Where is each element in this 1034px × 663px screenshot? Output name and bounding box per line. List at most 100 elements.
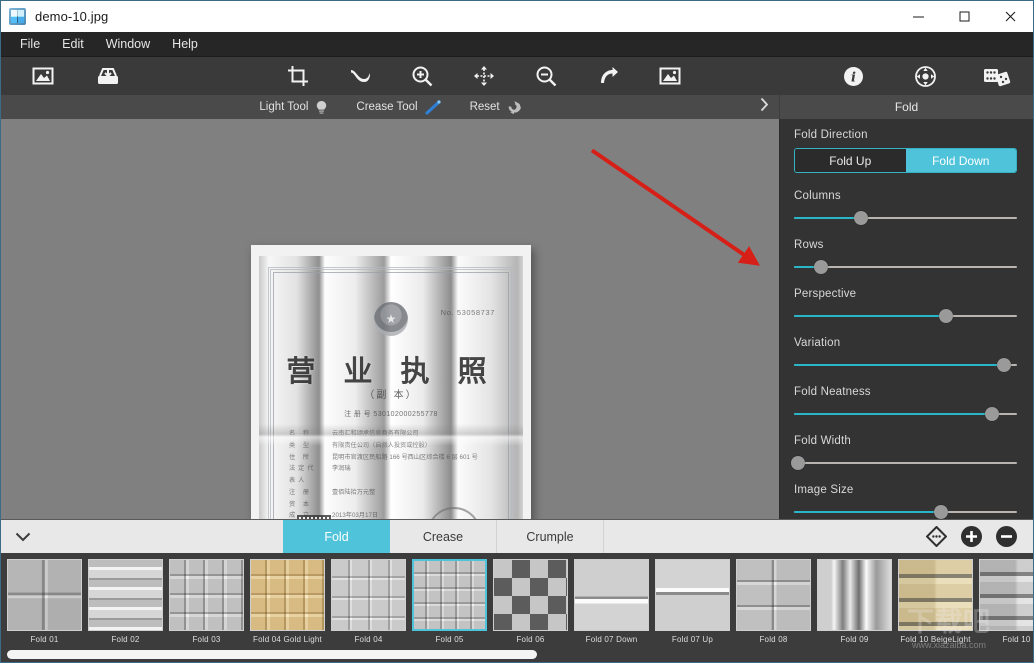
collapse-chevron-icon[interactable] <box>1 520 45 553</box>
thumbnail-fold-07-down[interactable]: Fold 07 Down <box>574 559 649 662</box>
fold-up-button[interactable]: Fold Up <box>795 149 906 172</box>
open-image-icon[interactable] <box>23 59 63 93</box>
field-key: 注 册 资 本 <box>289 488 313 508</box>
info-icon[interactable]: i <box>833 59 873 93</box>
thumbnail-image[interactable] <box>898 559 973 631</box>
slider-image-size-track[interactable] <box>794 504 1017 520</box>
thumbnail-image[interactable] <box>736 559 811 631</box>
slider-rows-knob[interactable] <box>813 260 828 274</box>
app-icon <box>9 8 26 25</box>
thumbnail-fold-02[interactable]: Fold 02 <box>88 559 163 662</box>
crease-tool-button[interactable]: Crease Tool <box>356 99 441 115</box>
thumbnail-image[interactable] <box>412 559 487 631</box>
fold-direction-toggle[interactable]: Fold Up Fold Down <box>794 148 1017 173</box>
fold-down-button[interactable]: Fold Down <box>905 149 1016 172</box>
zoom-out-icon[interactable] <box>526 59 566 93</box>
thumbnail-fold-08[interactable]: Fold 08 <box>736 559 811 662</box>
thumbnail-label: Fold 07 Up <box>671 635 714 644</box>
thumbnail-fold-06[interactable]: Fold 06 <box>493 559 568 662</box>
thumbnail-fold-10-beigelight[interactable]: Fold 10 BeigeLight <box>898 559 973 662</box>
menu-file[interactable]: File <box>9 35 51 54</box>
thumbnail-fold-03[interactable]: Fold 03 <box>169 559 244 662</box>
thumbnail-label: Fold 10 <box>1002 635 1031 644</box>
thumbnail-fold-04[interactable]: Fold 04 <box>331 559 406 662</box>
thumbnail-label: Fold 09 <box>840 635 869 644</box>
thumbnail-image[interactable] <box>493 559 568 631</box>
thumbnail-fold-10[interactable]: Fold 10 <box>979 559 1033 662</box>
tab-crumple[interactable]: Crumple <box>497 520 604 553</box>
maximize-button[interactable] <box>941 1 987 32</box>
slider-rows: Rows <box>794 239 1017 275</box>
zoom-in-icon[interactable] <box>402 59 442 93</box>
slider-rows-label: Rows <box>794 239 824 251</box>
document-fields: 名 称 云南汇和颂承信息商务有限公司 类 型 有限责任公司（自然人投资或控股） 住 … <box>289 428 501 519</box>
thumbnail-image[interactable] <box>250 559 325 631</box>
slider-fold-neatness: Fold Neatness <box>794 386 1017 422</box>
menu-window[interactable]: Window <box>95 35 161 54</box>
preset-options-icon[interactable] <box>926 526 947 547</box>
thumbnail-scrollbar-thumb[interactable] <box>7 650 537 659</box>
fit-image-icon[interactable] <box>650 59 690 93</box>
thumbnail-fold-01[interactable]: Fold 01 <box>7 559 82 662</box>
thumbnail-image[interactable] <box>331 559 406 631</box>
slider-fill <box>794 511 942 513</box>
crease-tool-label: Crease Tool <box>356 101 418 113</box>
thumbnail-fold-05[interactable]: Fold 05 <box>412 559 487 662</box>
remove-preset-icon[interactable] <box>996 526 1017 547</box>
slider-variation-track[interactable] <box>794 357 1017 373</box>
document-field-row: 法定代表人 李润瑞 <box>289 463 501 487</box>
thumbnail-image[interactable] <box>169 559 244 631</box>
slider-variation-knob[interactable] <box>996 358 1011 372</box>
slider-fold-width-knob[interactable] <box>791 456 806 470</box>
reset-button[interactable]: Reset <box>470 100 521 114</box>
expand-panel-chevron-icon[interactable] <box>760 97 769 117</box>
redo-icon[interactable] <box>588 59 628 93</box>
thumbnail-image[interactable] <box>979 559 1033 631</box>
settings-icon[interactable] <box>905 59 945 93</box>
qr-code-icon <box>297 515 331 519</box>
move-icon[interactable] <box>464 59 504 93</box>
slider-fold-width-track[interactable] <box>791 455 1017 471</box>
texture-icon[interactable] <box>977 59 1017 93</box>
slider-fold-neatness-label: Fold Neatness <box>794 386 871 398</box>
save-image-icon[interactable] <box>88 59 128 93</box>
minimize-button[interactable] <box>895 1 941 32</box>
slider-fold-neatness-knob[interactable] <box>985 407 1000 421</box>
menu-help[interactable]: Help <box>161 35 209 54</box>
thumbnail-image[interactable] <box>655 559 730 631</box>
thumbnail-fold-04-gold-light[interactable]: Fold 04 Gold Light <box>250 559 325 662</box>
document-field-row: 名 称 云南汇和颂承信息商务有限公司 <box>289 428 501 440</box>
thumbnail-image[interactable] <box>7 559 82 631</box>
slider-rail <box>794 462 1017 464</box>
thumbnail-scrollbar[interactable] <box>7 650 1027 659</box>
slider-image-size-knob[interactable] <box>934 505 949 519</box>
preset-thumbnail-strip[interactable]: Fold 01 Fold 02 Fold 03 Fold 04 Gold Lig… <box>1 553 1033 662</box>
thumbnail-image[interactable] <box>88 559 163 631</box>
tab-crease[interactable]: Crease <box>390 520 497 553</box>
thumbnail-image[interactable] <box>574 559 649 631</box>
thumbnail-fold-07-up[interactable]: Fold 07 Up <box>655 559 730 662</box>
crop-icon[interactable] <box>278 59 318 93</box>
field-key: 类 型 <box>289 441 313 449</box>
thumbnail-label: Fold 07 Down <box>585 635 638 644</box>
document-preview[interactable]: No. 53058737 营 业 执 照 （副 本） 注 册 号 5301020… <box>251 245 531 519</box>
slider-fold-width-label: Fold Width <box>794 435 851 447</box>
close-button[interactable] <box>987 1 1033 32</box>
field-value: 有限责任公司（自然人投资或控股） <box>332 441 431 449</box>
slider-rows-track[interactable] <box>794 259 1017 275</box>
light-tool-button[interactable]: Light Tool <box>259 100 328 115</box>
slider-columns-knob[interactable] <box>853 211 868 225</box>
slider-perspective-track[interactable] <box>794 308 1017 324</box>
tab-fold[interactable]: Fold <box>283 520 390 553</box>
curve-pen-icon[interactable] <box>340 59 380 93</box>
add-preset-icon[interactable] <box>961 526 982 547</box>
slider-columns-track[interactable] <box>794 210 1017 226</box>
thumbnail-label: Fold 06 <box>516 635 545 644</box>
slider-perspective-knob[interactable] <box>938 309 953 323</box>
slider-fold-neatness-track[interactable] <box>794 406 1017 422</box>
thumbnail-image[interactable] <box>817 559 892 631</box>
menu-edit[interactable]: Edit <box>51 35 95 54</box>
fold-settings-panel: Fold Direction Fold Up Fold Down Columns… <box>779 119 1033 519</box>
thumbnail-fold-09[interactable]: Fold 09 <box>817 559 892 662</box>
canvas-area[interactable]: No. 53058737 营 业 执 照 （副 本） 注 册 号 5301020… <box>1 119 779 519</box>
